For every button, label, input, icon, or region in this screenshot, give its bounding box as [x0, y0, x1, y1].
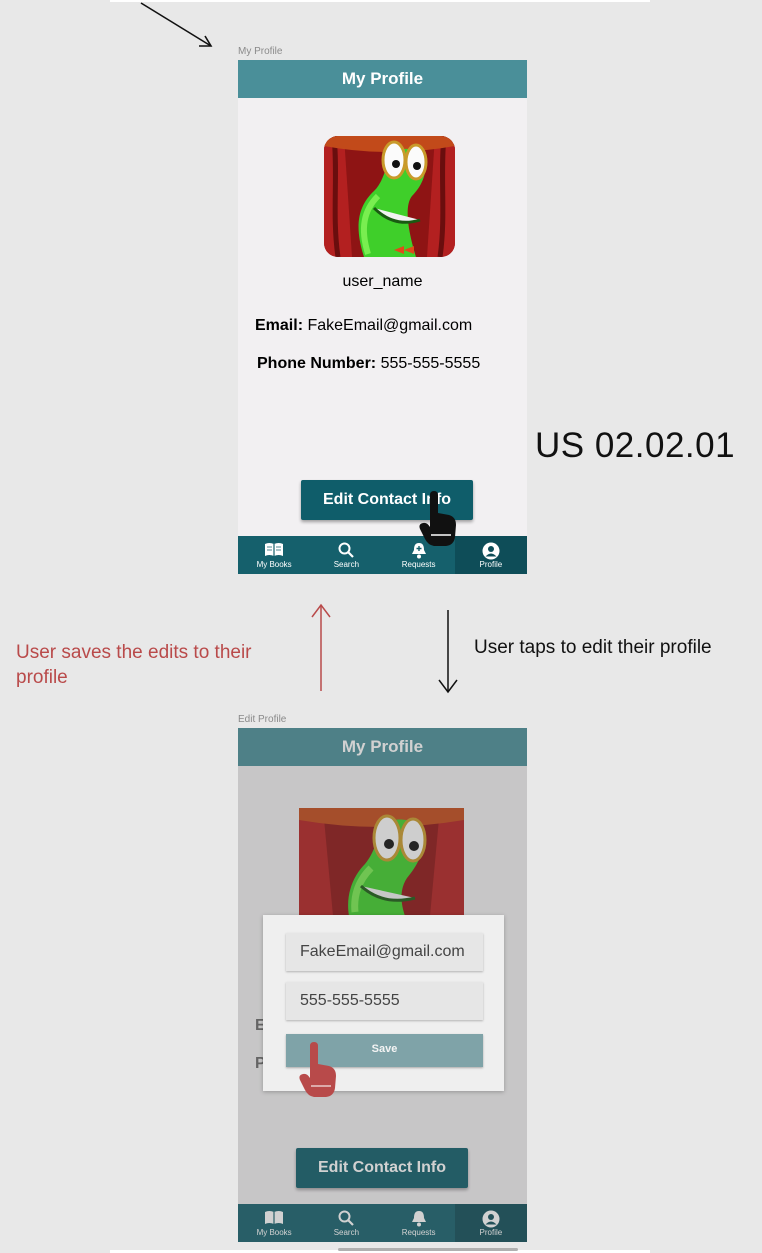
username: user_name: [342, 273, 423, 290]
edit-flow-arrow: [438, 610, 458, 694]
book-icon: [265, 543, 284, 556]
tap-hand-icon: [419, 491, 456, 546]
email-row: Email: FakeEmail@gmail.com: [255, 317, 472, 335]
tap-edit-note: User taps to edit their profile: [474, 637, 712, 658]
profile-icon: [482, 542, 500, 560]
nav-search[interactable]: Search: [310, 536, 382, 574]
pointer-arrow: [140, 2, 213, 47]
nav-profile[interactable]: Profile: [454, 536, 527, 574]
phone-value: 555-555-5555: [380, 355, 481, 372]
email-field[interactable]: FakeEmail@gmail.com: [286, 933, 483, 971]
phone-field[interactable]: 555-555-5555: [286, 982, 483, 1020]
search-icon: [338, 542, 355, 558]
avatar-image: [324, 136, 455, 257]
phone-label: Phone Number:: [257, 355, 377, 372]
app-bar-title: My Profile: [238, 60, 527, 98]
nav-label: Search: [333, 560, 360, 569]
email-label: Email:: [255, 317, 304, 334]
nav-my-books[interactable]: My Books: [238, 536, 310, 574]
email-value: FakeEmail@gmail.com: [307, 317, 473, 334]
user-story-id: US 02.02.01: [535, 426, 736, 465]
save-edits-note: User saves the edits to their profile: [16, 642, 252, 688]
save-flow-arrow: [311, 603, 331, 691]
top-frame-caption: My Profile: [238, 46, 283, 57]
phone-row: Phone Number: 555-555-5555: [257, 355, 480, 373]
scrollbar[interactable]: [338, 1248, 518, 1251]
avatar: [324, 136, 455, 257]
bottom-frame-caption: Edit Profile: [238, 714, 287, 725]
nav-label: My Books: [256, 560, 292, 569]
profile-screen: My Profile user_name Email: FakeEmail@gm…: [238, 60, 527, 574]
edit-profile-screen: My Profile E P Edit Contact Info My Book…: [238, 728, 527, 1242]
nav-label: Profile: [479, 560, 503, 569]
bottom-navigation: My Books Search Requests Profile: [238, 536, 527, 574]
nav-label: Requests: [401, 560, 436, 569]
tap-hand-icon: [299, 1042, 336, 1097]
